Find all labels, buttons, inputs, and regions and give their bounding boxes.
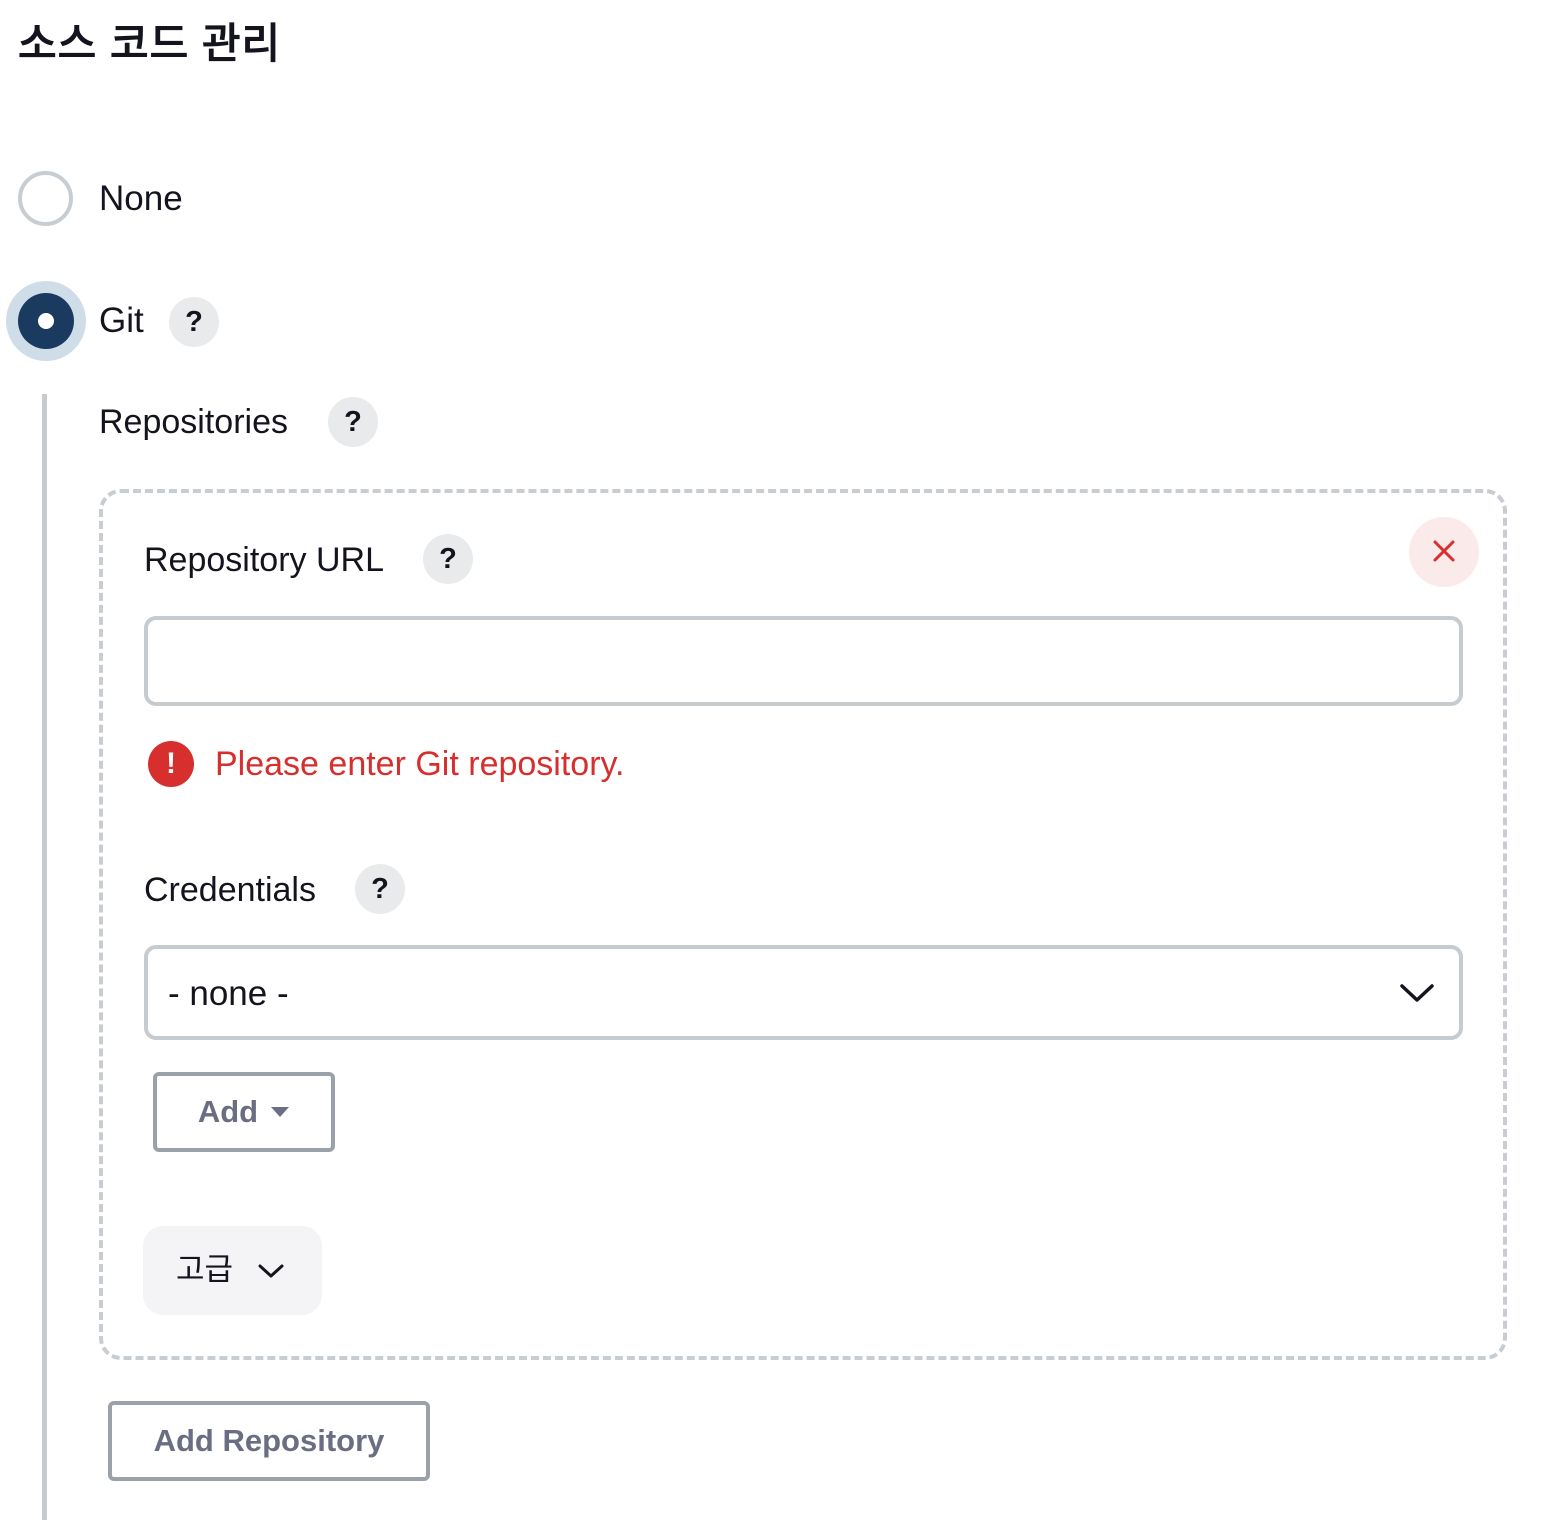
- advanced-label: 고급: [176, 1252, 234, 1288]
- error-icon: !: [148, 741, 194, 787]
- repository-url-help-icon[interactable]: ?: [423, 534, 473, 584]
- radio-none-label[interactable]: None: [99, 179, 183, 219]
- add-credentials-button[interactable]: Add: [153, 1072, 335, 1152]
- repository-url-label: Repository URL: [144, 541, 384, 579]
- credentials-select[interactable]: [144, 945, 1463, 1040]
- caret-down-icon: [271, 1107, 290, 1117]
- chevron-down-icon: [1400, 984, 1434, 1002]
- credentials-help-icon[interactable]: ?: [355, 864, 405, 914]
- add-repository-button[interactable]: Add Repository: [108, 1401, 430, 1481]
- credentials-label: Credentials: [144, 871, 316, 909]
- advanced-chevron-down-icon: [258, 1264, 284, 1278]
- delete-repository-button[interactable]: [1409, 517, 1479, 587]
- repository-url-input[interactable]: [144, 616, 1463, 706]
- close-icon: [1433, 540, 1455, 562]
- repositories-help-icon[interactable]: ?: [328, 397, 378, 447]
- section-title: 소스 코드 관리: [18, 20, 282, 67]
- repositories-label: Repositories: [99, 403, 288, 441]
- radio-git-label[interactable]: Git: [99, 301, 144, 341]
- nested-section-line: [42, 394, 47, 1520]
- git-help-icon[interactable]: ?: [169, 297, 219, 347]
- add-credentials-label: Add: [197, 1094, 259, 1129]
- repository-url-error-message: Please enter Git repository.: [215, 745, 625, 783]
- radio-git-selected-dot: [38, 313, 54, 329]
- credentials-select-value: - none -: [168, 974, 289, 1013]
- radio-none[interactable]: [18, 171, 73, 226]
